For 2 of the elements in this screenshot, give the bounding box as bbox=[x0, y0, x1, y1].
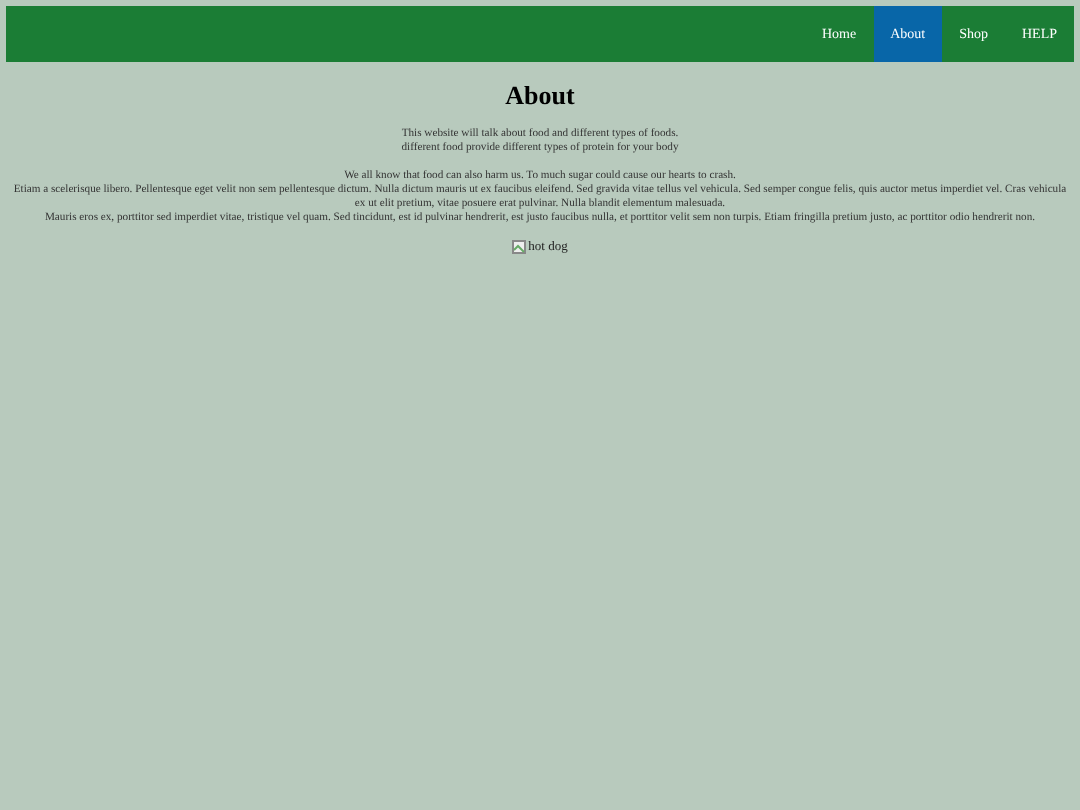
broken-image-icon bbox=[512, 240, 527, 254]
page-heading: About bbox=[503, 80, 577, 112]
